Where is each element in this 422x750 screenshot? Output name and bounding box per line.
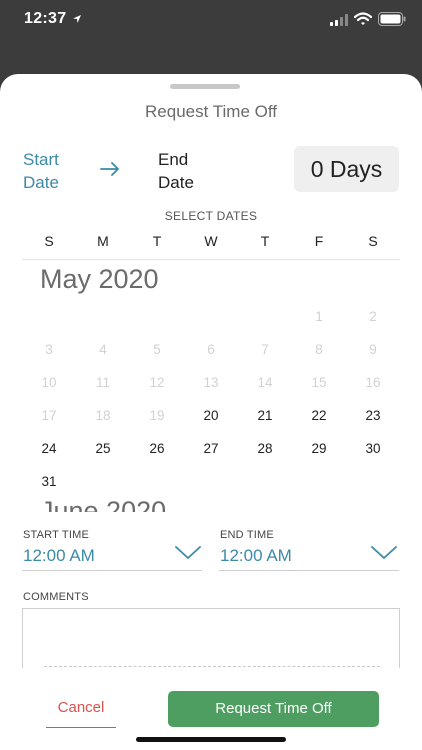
- weekday-thu: T: [260, 233, 270, 249]
- calendar-day: 2: [369, 309, 377, 324]
- request-time-off-sheet: Request Time Off Start Date End Date 0 D…: [0, 74, 422, 750]
- select-dates-label: SELECT DATES: [164, 209, 258, 223]
- start-date-label[interactable]: Start Date: [23, 148, 83, 194]
- status-bar: 12:37: [0, 0, 422, 44]
- calendar-day: 8: [315, 342, 323, 357]
- calendar-empty-cell: [346, 465, 400, 498]
- calendar-empty-cell: [238, 300, 292, 333]
- calendar-week-row: 10 11 12 13 14 15 16: [22, 366, 400, 399]
- calendar-empty-cell: [22, 300, 76, 333]
- calendar-empty-cell: [184, 465, 238, 498]
- calendar-day[interactable]: 23: [346, 399, 400, 432]
- end-time-value[interactable]: 12:00 AM: [220, 546, 292, 566]
- status-time: 12:37: [24, 10, 67, 27]
- calendar-week-row: 12: [22, 300, 400, 333]
- calendar-day[interactable]: 20: [184, 399, 238, 432]
- calendar-day: 16: [365, 375, 381, 390]
- calendar-day[interactable]: 26: [130, 432, 184, 465]
- weekday-sat: S: [368, 233, 378, 249]
- calendar-week-row: 31: [22, 465, 400, 498]
- request-time-off-button[interactable]: Request Time Off: [168, 691, 379, 727]
- chevron-down-icon[interactable]: [371, 546, 397, 560]
- calendar-day: 1: [315, 309, 323, 324]
- end-time-underline: [219, 570, 399, 571]
- sheet-title: Request Time Off: [145, 102, 277, 121]
- calendar-empty-cell: [292, 465, 346, 498]
- calendar-day[interactable]: 24: [22, 432, 76, 465]
- dashed-divider: [44, 666, 380, 667]
- days-count-badge: 0 Days: [294, 146, 399, 192]
- calendar-day: 4: [99, 342, 107, 357]
- calendar-day: 10: [41, 375, 57, 390]
- start-time-underline: [22, 570, 202, 571]
- calendar-week-row: 3 4 5 6 7 8 9: [22, 333, 400, 366]
- calendar-day: 12: [149, 375, 165, 390]
- calendar-day[interactable]: 31: [22, 465, 76, 498]
- end-date-label[interactable]: End Date: [158, 148, 218, 194]
- calendar-week-row: 17 18 19 20 21 22 23: [22, 399, 400, 432]
- calendar-day: 14: [257, 375, 273, 390]
- weekday-mon: M: [97, 233, 109, 249]
- calendar-day[interactable]: 22: [292, 399, 346, 432]
- calendar-day: 3: [45, 342, 53, 357]
- home-indicator: [136, 737, 286, 742]
- start-time-label: START TIME: [23, 529, 89, 541]
- weekday-tue: T: [152, 233, 162, 249]
- calendar-empty-cell: [238, 465, 292, 498]
- calendar-day: 11: [95, 375, 110, 390]
- location-arrow-icon: [73, 15, 81, 23]
- calendar-days-grid: 1 2 3 4 5 6 7 8 9 10 11 12 13 14 15 16 17 18 19 20 21 22 23 24 2…: [22, 300, 400, 498]
- weekday-wed: W: [204, 233, 218, 249]
- calendar-day: 17: [41, 408, 57, 423]
- calendar-day[interactable]: 21: [238, 399, 292, 432]
- arrow-right-icon: [100, 162, 119, 176]
- calendar-day: 7: [261, 342, 269, 357]
- weekday-header: S M T W T F S: [22, 233, 400, 253]
- cancel-button[interactable]: Cancel: [46, 694, 116, 728]
- calendar-empty-cell: [76, 300, 130, 333]
- cellular-signal-icon: [330, 14, 348, 26]
- battery-icon: [378, 12, 406, 26]
- calendar-day[interactable]: 28: [238, 432, 292, 465]
- wifi-icon: [354, 12, 372, 25]
- comments-textarea[interactable]: [22, 608, 400, 668]
- calendar-empty-cell: [76, 465, 130, 498]
- calendar-day[interactable]: 25: [76, 432, 130, 465]
- calendar-day: 15: [311, 375, 327, 390]
- calendar-day: 6: [207, 342, 215, 357]
- calendar-empty-cell: [130, 300, 184, 333]
- calendar-empty-cell: [130, 465, 184, 498]
- calendar-day: 13: [203, 375, 219, 390]
- sheet-grabber[interactable]: [170, 84, 240, 89]
- end-time-label: END TIME: [220, 529, 274, 541]
- calendar-empty-cell: [184, 300, 238, 333]
- weekday-fri: F: [314, 233, 324, 249]
- chevron-down-icon[interactable]: [175, 546, 201, 560]
- month-title: May 2020: [40, 264, 159, 294]
- calendar-day: 5: [153, 342, 161, 357]
- next-month-title: June 2020: [40, 496, 167, 512]
- calendar-day[interactable]: 30: [346, 432, 400, 465]
- calendar-day[interactable]: 27: [184, 432, 238, 465]
- calendar-week-row: 24 25 26 27 28 29 30: [22, 432, 400, 465]
- start-time-value[interactable]: 12:00 AM: [23, 546, 95, 566]
- calendar-day: 18: [95, 408, 111, 423]
- calendar-day: 9: [369, 342, 377, 357]
- calendar-day[interactable]: 29: [292, 432, 346, 465]
- calendar-day: 19: [149, 408, 165, 423]
- weekday-sun: S: [44, 233, 54, 249]
- comments-label: COMMENTS: [23, 591, 89, 603]
- calendar-scroll-area[interactable]: May 2020 1 2 3 4 5 6 7 8 9 10 11 12 13 14 15 16 17 18 19 20…: [22, 260, 400, 512]
